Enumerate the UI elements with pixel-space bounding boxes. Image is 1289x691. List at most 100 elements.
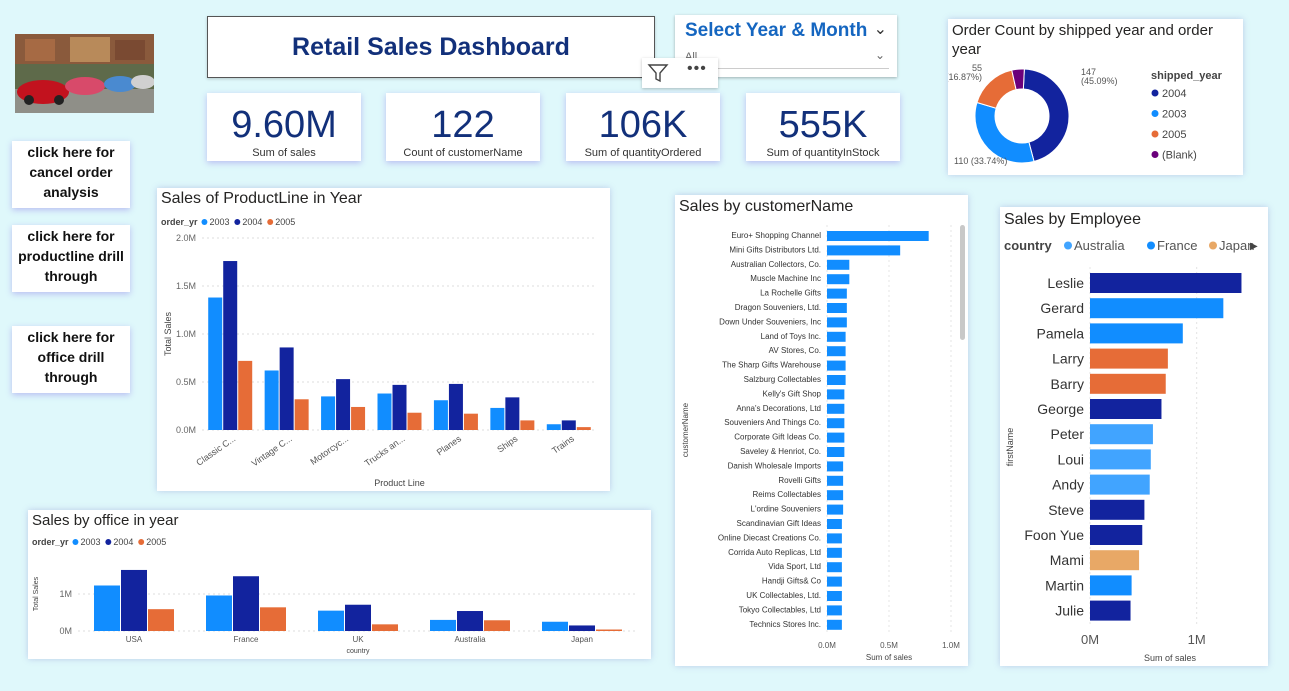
- legend-marker: [1147, 241, 1155, 250]
- y-tick-label: Gerard: [1040, 300, 1084, 316]
- y-tick-label: Loui: [1058, 451, 1084, 467]
- bar: [94, 585, 120, 631]
- bar: [490, 407, 505, 430]
- kpi-label: Count of customerName: [403, 147, 523, 159]
- bar: [827, 605, 842, 616]
- y-tick-label: Reims Collectables: [753, 490, 821, 499]
- office-card: Sales by office in year order_yr 2003 2004 2…: [28, 510, 651, 659]
- y-axis-label: customerName: [681, 402, 690, 457]
- bar: [1090, 550, 1140, 571]
- bar: [279, 347, 294, 430]
- bar: [351, 406, 366, 430]
- bar: [223, 261, 238, 430]
- bar: [264, 370, 279, 430]
- filter-icon[interactable]: [647, 62, 669, 84]
- customer-scrollbar[interactable]: [960, 225, 965, 340]
- dropdown-chevron-icon[interactable]: ⌄: [875, 48, 885, 62]
- y-tick-label: Peter: [1051, 426, 1085, 442]
- legend-marker: [234, 219, 241, 225]
- cancel-order-analysis-button[interactable]: click here for cancel order analysis: [12, 141, 130, 208]
- y-tick-label: Steve: [1048, 502, 1084, 518]
- legend-label: France: [1157, 238, 1197, 253]
- y-tick-label: Martin: [1045, 577, 1084, 593]
- car-photo: [15, 34, 154, 113]
- y-tick-label: 0.0M: [176, 425, 196, 435]
- legend-title: order_yr: [161, 217, 198, 227]
- legend-label: 2005: [146, 537, 166, 547]
- x-axis-label: Product Line: [374, 478, 425, 488]
- bar: [827, 317, 847, 328]
- chevron-down-icon[interactable]: ⌄: [874, 19, 887, 39]
- y-tick-label: Mami: [1050, 552, 1084, 568]
- bar: [407, 412, 422, 430]
- legend-label: 2003: [80, 537, 100, 547]
- bar: [827, 490, 844, 501]
- legend-label: 2005: [275, 217, 295, 227]
- donut-slice: [974, 101, 1035, 164]
- kpi-label: Sum of quantityOrdered: [584, 147, 702, 159]
- y-tick-label: Vida Sport, Ltd: [768, 562, 821, 571]
- bar: [377, 393, 392, 430]
- bar: [520, 420, 535, 430]
- bar: [206, 595, 232, 631]
- y-tick-label: Euro+ Shopping Channel: [731, 231, 821, 240]
- legend-marker: [1151, 110, 1159, 117]
- legend-marker: [1064, 241, 1072, 250]
- title-box: Retail Sales Dashboard: [207, 16, 655, 78]
- y-tick-label: Corrida Auto Replicas, Ltd: [728, 548, 821, 557]
- y-tick-label: Julie: [1055, 603, 1084, 619]
- donut-data-label: (16.87%): [948, 72, 982, 82]
- x-tick-label: Japan: [571, 635, 593, 644]
- legend-marker: [138, 539, 145, 545]
- x-tick-label: Classic C...: [194, 433, 237, 467]
- productline-drill-through-button[interactable]: click here for productline drill through: [12, 225, 130, 292]
- bar: [827, 475, 844, 486]
- y-tick-label: George: [1037, 401, 1084, 417]
- y-tick-label: Pamela: [1037, 325, 1085, 341]
- chart-title: Sales of ProductLine in Year: [161, 190, 363, 207]
- x-tick-label: USA: [126, 635, 143, 644]
- bar: [1090, 323, 1183, 344]
- donut-data-label: (45.09%): [1081, 76, 1118, 86]
- bar: [596, 629, 622, 631]
- more-options-icon[interactable]: •••: [687, 61, 707, 77]
- bar: [1090, 273, 1242, 293]
- y-tick-label: Anna's Decorations, Ltd: [736, 404, 821, 413]
- slicer-title: Select Year & Month: [685, 20, 868, 41]
- office-drill-through-button[interactable]: click here for office drill through: [12, 326, 130, 393]
- legend-label: 2003: [1162, 109, 1186, 121]
- bar: [827, 303, 847, 313]
- bar: [484, 620, 510, 631]
- bar: [542, 621, 568, 631]
- bar: [546, 424, 561, 430]
- bar: [576, 427, 591, 430]
- y-tick-label: Foon Yue: [1024, 527, 1084, 543]
- y-tick-label: The Sharp Gifts Warehouse: [722, 361, 821, 370]
- bar: [827, 533, 842, 544]
- bar: [1090, 474, 1150, 495]
- bar: [827, 346, 846, 357]
- legend-title: order_yr: [32, 537, 69, 547]
- employee-chart: Sales by Employee country Australia France J…: [1004, 211, 1258, 663]
- y-tick-label: 0M: [59, 626, 72, 636]
- x-tick-label: Australia: [454, 635, 486, 644]
- x-tick-label: Motorcyc...: [308, 433, 350, 466]
- x-tick-label: 1M: [1188, 632, 1206, 647]
- y-tick-label: Land of Toys Inc.: [761, 332, 821, 341]
- visual-header: •••: [642, 58, 718, 88]
- legend-title: country: [1004, 238, 1052, 253]
- y-tick-label: La Rochelle Gifts: [760, 289, 821, 298]
- bar: [260, 607, 286, 631]
- y-tick-label: Mini Gifts Distributors Ltd.: [729, 245, 821, 254]
- order-count-card: Order Count by shipped year and order ye…: [948, 19, 1243, 175]
- y-tick-label: Technics Stores Inc.: [749, 620, 821, 629]
- donut-slice: [976, 69, 1017, 109]
- bar: [463, 413, 478, 430]
- bar: [827, 576, 842, 587]
- y-tick-label: Salzburg Collectables: [744, 375, 821, 384]
- bar: [1090, 575, 1132, 596]
- kpi-quantity-ordered: 106K Sum of quantityOrdered: [566, 93, 720, 161]
- bar: [318, 610, 344, 631]
- bar: [827, 375, 846, 385]
- bar: [121, 569, 147, 631]
